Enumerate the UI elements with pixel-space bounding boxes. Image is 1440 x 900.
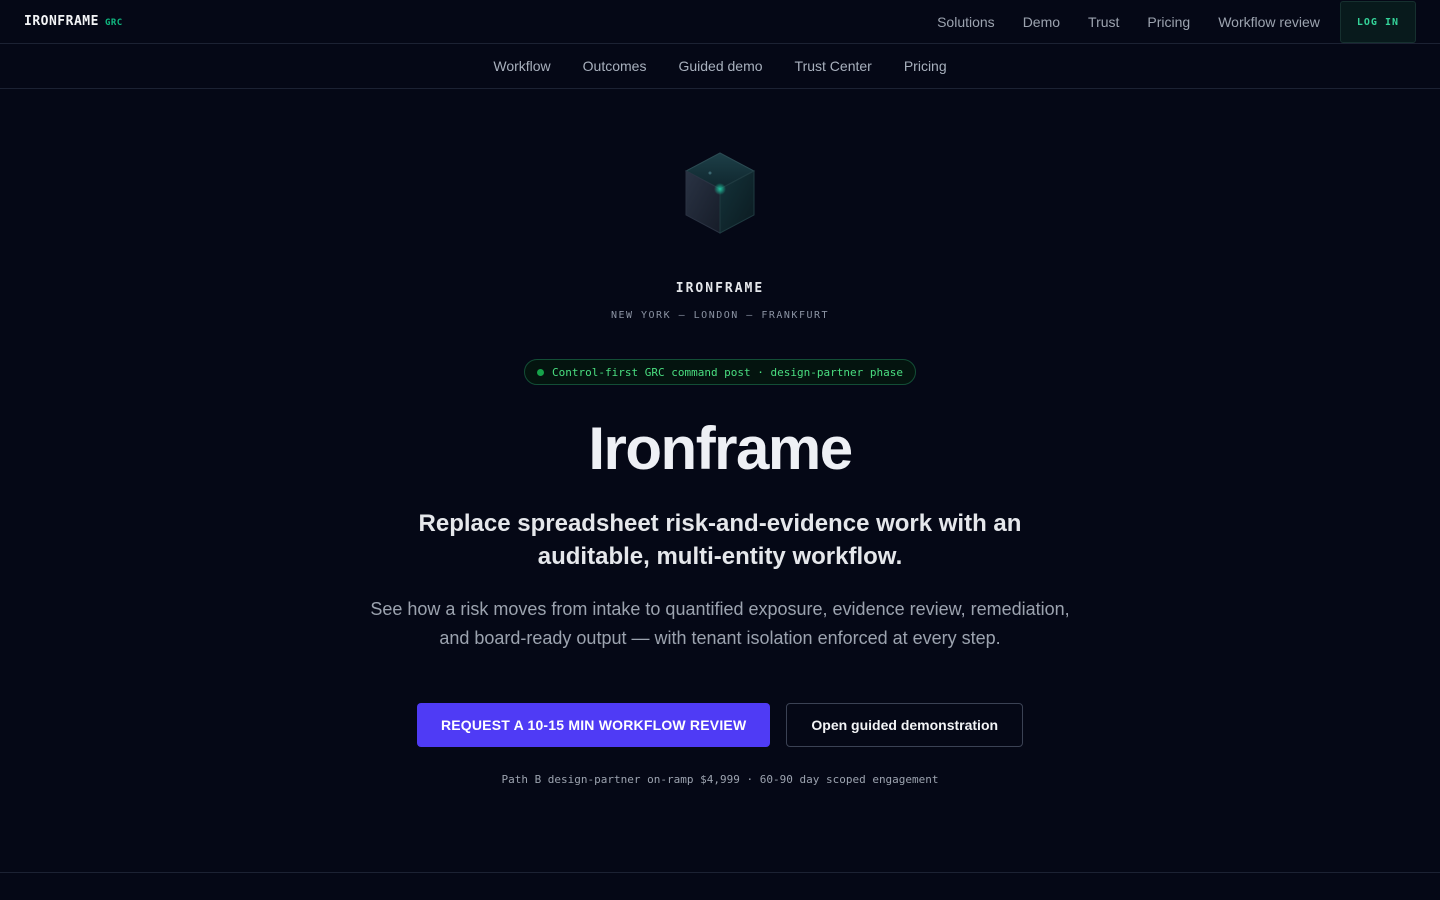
status-badge: Control-first GRC command post · design-… xyxy=(524,359,916,385)
nav-link-demo[interactable]: Demo xyxy=(1023,14,1060,30)
cta-row: REQUEST A 10-15 MIN WORKFLOW REVIEW Open… xyxy=(416,703,1024,747)
brand-tag: GRC xyxy=(104,18,123,28)
section-nav: Workflow Outcomes Guided demo Trust Cent… xyxy=(0,44,1440,89)
subnav-link-trust-center[interactable]: Trust Center xyxy=(795,58,872,74)
nav-link-solutions[interactable]: Solutions xyxy=(937,14,995,30)
badge-text: Control-first GRC command post · design-… xyxy=(552,365,903,379)
hero-section: IRONFRAME NEW YORK — LONDON — FRANKFURT … xyxy=(0,89,1440,786)
subnav-link-pricing[interactable]: Pricing xyxy=(904,58,947,74)
office-locations: NEW YORK — LONDON — FRANKFURT xyxy=(610,310,830,321)
request-workflow-review-button[interactable]: REQUEST A 10-15 MIN WORKFLOW REVIEW xyxy=(416,703,771,747)
brand-logo[interactable]: IRONFRAME GRC xyxy=(24,14,123,29)
status-dot-icon xyxy=(537,368,544,376)
hero-subtitle: Replace spreadsheet risk-and-evidence wo… xyxy=(418,510,1022,570)
nav-link-pricing[interactable]: Pricing xyxy=(1147,14,1190,30)
primary-nav: Solutions Demo Trust Pricing Workflow re… xyxy=(937,0,1416,44)
section-divider xyxy=(0,872,1440,873)
open-guided-demo-button[interactable]: Open guided demonstration xyxy=(786,703,1024,747)
brand-name: IRONFRAME xyxy=(24,14,99,29)
login-button[interactable]: LOG IN xyxy=(1339,1,1416,43)
top-navigation-bar: IRONFRAME GRC Solutions Demo Trust Prici… xyxy=(0,0,1440,44)
subnav-link-outcomes[interactable]: Outcomes xyxy=(583,58,647,74)
page-title: Ironframe xyxy=(588,415,853,482)
nav-link-trust[interactable]: Trust xyxy=(1088,14,1119,30)
cube-icon xyxy=(684,152,756,234)
nav-link-workflow-review[interactable]: Workflow review xyxy=(1218,14,1320,30)
subnav-link-workflow[interactable]: Workflow xyxy=(493,58,550,74)
subnav-link-guided-demo[interactable]: Guided demo xyxy=(678,58,762,74)
company-name: IRONFRAME xyxy=(675,281,765,296)
hero-description: See how a risk moves from intake to quan… xyxy=(370,599,1070,648)
pricing-footnote: Path B design-partner on-ramp $4,999 · 6… xyxy=(501,773,939,786)
